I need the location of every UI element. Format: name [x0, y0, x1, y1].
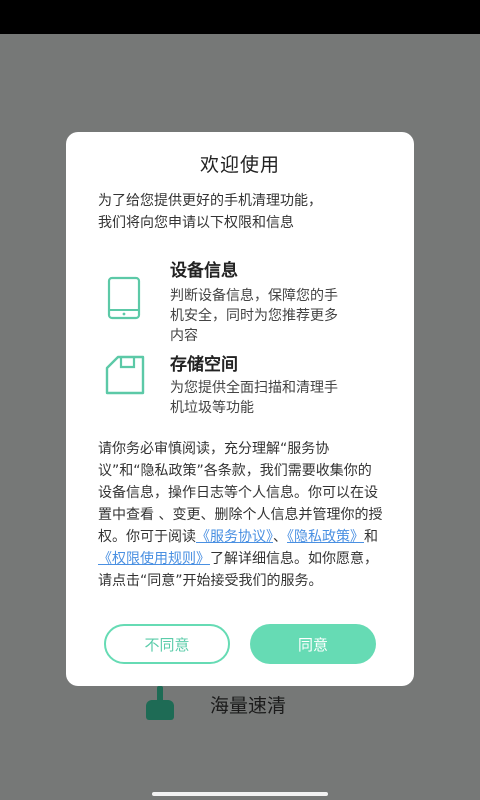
permission-desc-line: 为您提供全面扫描和清理手	[170, 380, 338, 396]
permission-desc-line: 判断设备信息，保障您的手	[170, 288, 338, 304]
dialog-intro: 为了给您提供更好的手机清理功能， 我们将向您申请以下权限和信息	[98, 190, 398, 234]
intro-line: 我们将向您申请以下权限和信息	[98, 215, 294, 231]
background-app-title: 海量速清	[210, 694, 287, 717]
permission-desc-line: 机垃圾等功能	[170, 400, 254, 416]
permission-dialog: 欢迎使用 为了给您提供更好的手机清理功能， 我们将向您申请以下权限和信息 设备信…	[66, 132, 414, 686]
notice-separator: 和	[364, 529, 378, 545]
tablet-device-icon	[107, 276, 141, 320]
permission-desc-line: 机安全，同时为您推荐更多	[170, 308, 338, 324]
permission-title-device: 设备信息	[170, 261, 238, 281]
permission-desc-device: 判断设备信息，保障您的手 机安全，同时为您推荐更多 内容	[170, 286, 380, 346]
service-agreement-link[interactable]: 《服务协议》	[196, 529, 273, 545]
background-app-header: 海量速清	[140, 684, 286, 724]
intro-line: 为了给您提供更好的手机清理功能，	[98, 193, 322, 209]
permission-rules-link[interactable]: 《权限使用规则》	[98, 551, 210, 567]
agree-button[interactable]: 同意	[250, 624, 376, 664]
notice-separator: 、	[273, 529, 287, 545]
broom-logo-icon	[140, 684, 180, 724]
privacy-policy-link[interactable]: 《隐私政策》	[287, 529, 364, 545]
permission-desc-line: 内容	[170, 328, 198, 344]
privacy-notice: 请你务必审慎阅读，充分理解“服务协议”和“隐私政策”各条款，我们需要收集你的设备…	[98, 438, 384, 592]
permission-title-storage: 存储空间	[170, 355, 238, 375]
status-bar	[0, 0, 480, 34]
home-indicator[interactable]	[152, 792, 328, 796]
disagree-button[interactable]: 不同意	[104, 624, 230, 664]
sd-card-storage-icon	[105, 355, 145, 395]
dialog-title: 欢迎使用	[199, 154, 280, 176]
permission-desc-storage: 为您提供全面扫描和清理手 机垃圾等功能	[170, 378, 380, 418]
